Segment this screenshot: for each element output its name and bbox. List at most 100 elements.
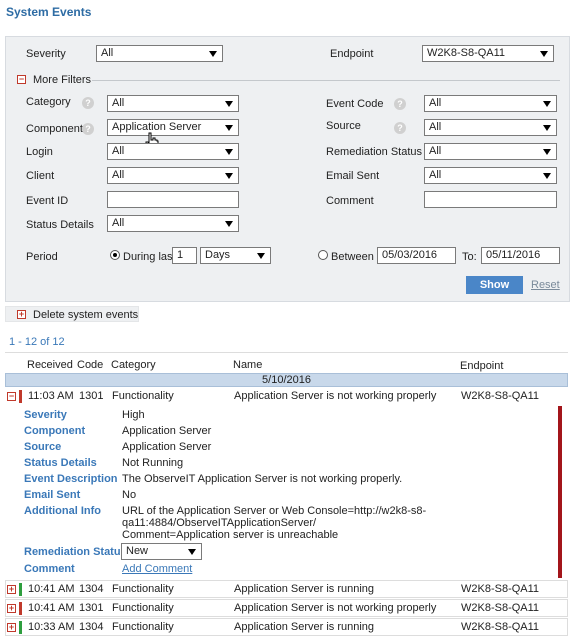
row-name[interactable]: Application Server is running	[234, 621, 374, 633]
chevron-down-icon	[543, 101, 551, 107]
help-icon[interactable]: ?	[82, 123, 94, 135]
endpoint-label: Endpoint	[330, 48, 374, 60]
email-sent-select[interactable]: All	[424, 167, 557, 184]
category-select[interactable]: All	[107, 95, 239, 112]
severity-indicator	[19, 390, 22, 403]
row-code: 1301	[79, 390, 104, 402]
divider	[5, 352, 568, 353]
chevron-down-icon	[225, 101, 233, 107]
between-label: Between	[331, 251, 374, 263]
client-label: Client	[26, 170, 55, 182]
severity-label: Severity	[26, 48, 66, 60]
detail-additional-info-label: Additional Info	[24, 505, 101, 517]
detail-source-value: Application Server	[122, 441, 212, 453]
source-label: Source	[326, 120, 361, 132]
chevron-down-icon	[543, 173, 551, 179]
row-category: Functionality	[112, 621, 174, 633]
row-code: 1304	[79, 583, 104, 595]
during-last-radio[interactable]	[110, 250, 120, 260]
collapse-icon[interactable]: −	[17, 75, 26, 84]
detail-remediation-status-label: Remediation Status	[24, 546, 127, 558]
column-header-category[interactable]: Category	[111, 359, 156, 371]
endpoint-select[interactable]: W2K8-S8-QA11	[422, 45, 554, 62]
expand-icon[interactable]: +	[7, 623, 16, 632]
chevron-down-icon	[543, 125, 551, 131]
delete-events-label[interactable]: Delete system events	[33, 309, 138, 321]
to-date-input[interactable]: 05/11/2016	[481, 247, 560, 264]
more-filters-toggle[interactable]: More Filters	[33, 74, 91, 86]
row-time: 10:41 AM	[28, 602, 75, 614]
severity-bar	[558, 406, 562, 578]
event-code-select[interactable]: All	[424, 95, 557, 112]
expand-icon[interactable]: +	[7, 604, 16, 613]
detail-component-label: Component	[24, 425, 86, 437]
from-date-input[interactable]: 05/03/2016	[377, 247, 456, 264]
chevron-down-icon	[257, 253, 265, 259]
row-name[interactable]: Application Server is not working proper…	[234, 602, 436, 614]
plus-icon[interactable]: +	[17, 310, 26, 319]
row-time: 10:41 AM	[28, 583, 75, 595]
to-label: To:	[462, 251, 477, 263]
row-code: 1301	[79, 602, 104, 614]
help-icon[interactable]: ?	[82, 97, 94, 109]
row-name[interactable]: Application Server is not working proper…	[234, 390, 436, 402]
help-icon[interactable]: ?	[394, 122, 406, 134]
status-details-select[interactable]: All	[107, 215, 239, 232]
detail-severity-value: High	[122, 409, 145, 421]
row-time: 11:03 AM	[28, 390, 74, 402]
row-endpoint: W2K8-S8-QA11	[461, 621, 540, 633]
remediation-status-label: Remediation Status	[326, 146, 422, 158]
column-header-received[interactable]: Received	[27, 359, 73, 371]
detail-email-sent-value: No	[122, 489, 137, 501]
column-header-name[interactable]: Name	[233, 359, 262, 371]
period-unit-select[interactable]: Days	[200, 247, 271, 264]
chevron-down-icon	[188, 549, 196, 555]
during-last-input[interactable]: 1	[172, 247, 197, 264]
event-id-input[interactable]	[107, 191, 239, 208]
chevron-down-icon	[225, 173, 233, 179]
remediation-status-dropdown[interactable]: New	[121, 543, 202, 560]
chevron-down-icon	[225, 125, 233, 131]
expand-icon[interactable]: +	[7, 585, 16, 594]
chevron-down-icon	[540, 51, 548, 57]
event-id-label: Event ID	[26, 195, 69, 207]
detail-event-description-label: Event Description	[24, 473, 118, 485]
row-endpoint: W2K8-S8-QA11	[461, 390, 540, 402]
severity-indicator	[19, 621, 22, 634]
severity-indicator	[19, 602, 22, 615]
add-comment-link[interactable]: Add Comment	[122, 563, 192, 575]
chevron-down-icon	[209, 51, 217, 57]
severity-select[interactable]: All	[96, 45, 223, 62]
show-button[interactable]: Show	[466, 276, 523, 294]
date-group-header: 5/10/2016	[5, 373, 568, 387]
help-icon[interactable]: ?	[394, 98, 406, 110]
category-label: Category	[26, 96, 71, 108]
detail-comment-label: Comment	[24, 563, 75, 575]
divider	[92, 80, 560, 81]
remediation-status-select[interactable]: All	[424, 143, 557, 160]
results-count: 1 - 12 of 12	[9, 336, 65, 348]
column-header-code[interactable]: Code	[77, 359, 103, 371]
login-select[interactable]: All	[107, 143, 239, 160]
component-select[interactable]: Application Server	[107, 119, 239, 136]
row-time: 10:33 AM	[28, 621, 75, 633]
detail-additional-info-line3: Comment=Application server is unreachabl…	[122, 529, 339, 541]
detail-source-label: Source	[24, 441, 62, 453]
chevron-down-icon	[543, 149, 551, 155]
row-category: Functionality	[112, 602, 174, 614]
row-name[interactable]: Application Server is running	[234, 583, 374, 595]
detail-status-details-value: Not Running	[122, 457, 184, 469]
between-radio[interactable]	[318, 250, 328, 260]
reset-link[interactable]: Reset	[531, 279, 560, 291]
source-select[interactable]: All	[424, 119, 557, 136]
severity-indicator	[19, 583, 22, 596]
collapse-icon[interactable]: −	[7, 392, 16, 401]
page-title: System Events	[6, 5, 92, 19]
chevron-down-icon	[225, 149, 233, 155]
client-select[interactable]: All	[107, 167, 239, 184]
component-label: Component	[26, 123, 83, 135]
column-header-endpoint[interactable]: Endpoint	[460, 360, 503, 372]
comment-input[interactable]	[424, 191, 557, 208]
detail-additional-info-line2: qa11:4884/ObserveITApplicationServer/	[122, 517, 317, 529]
status-details-label: Status Details	[26, 219, 94, 231]
